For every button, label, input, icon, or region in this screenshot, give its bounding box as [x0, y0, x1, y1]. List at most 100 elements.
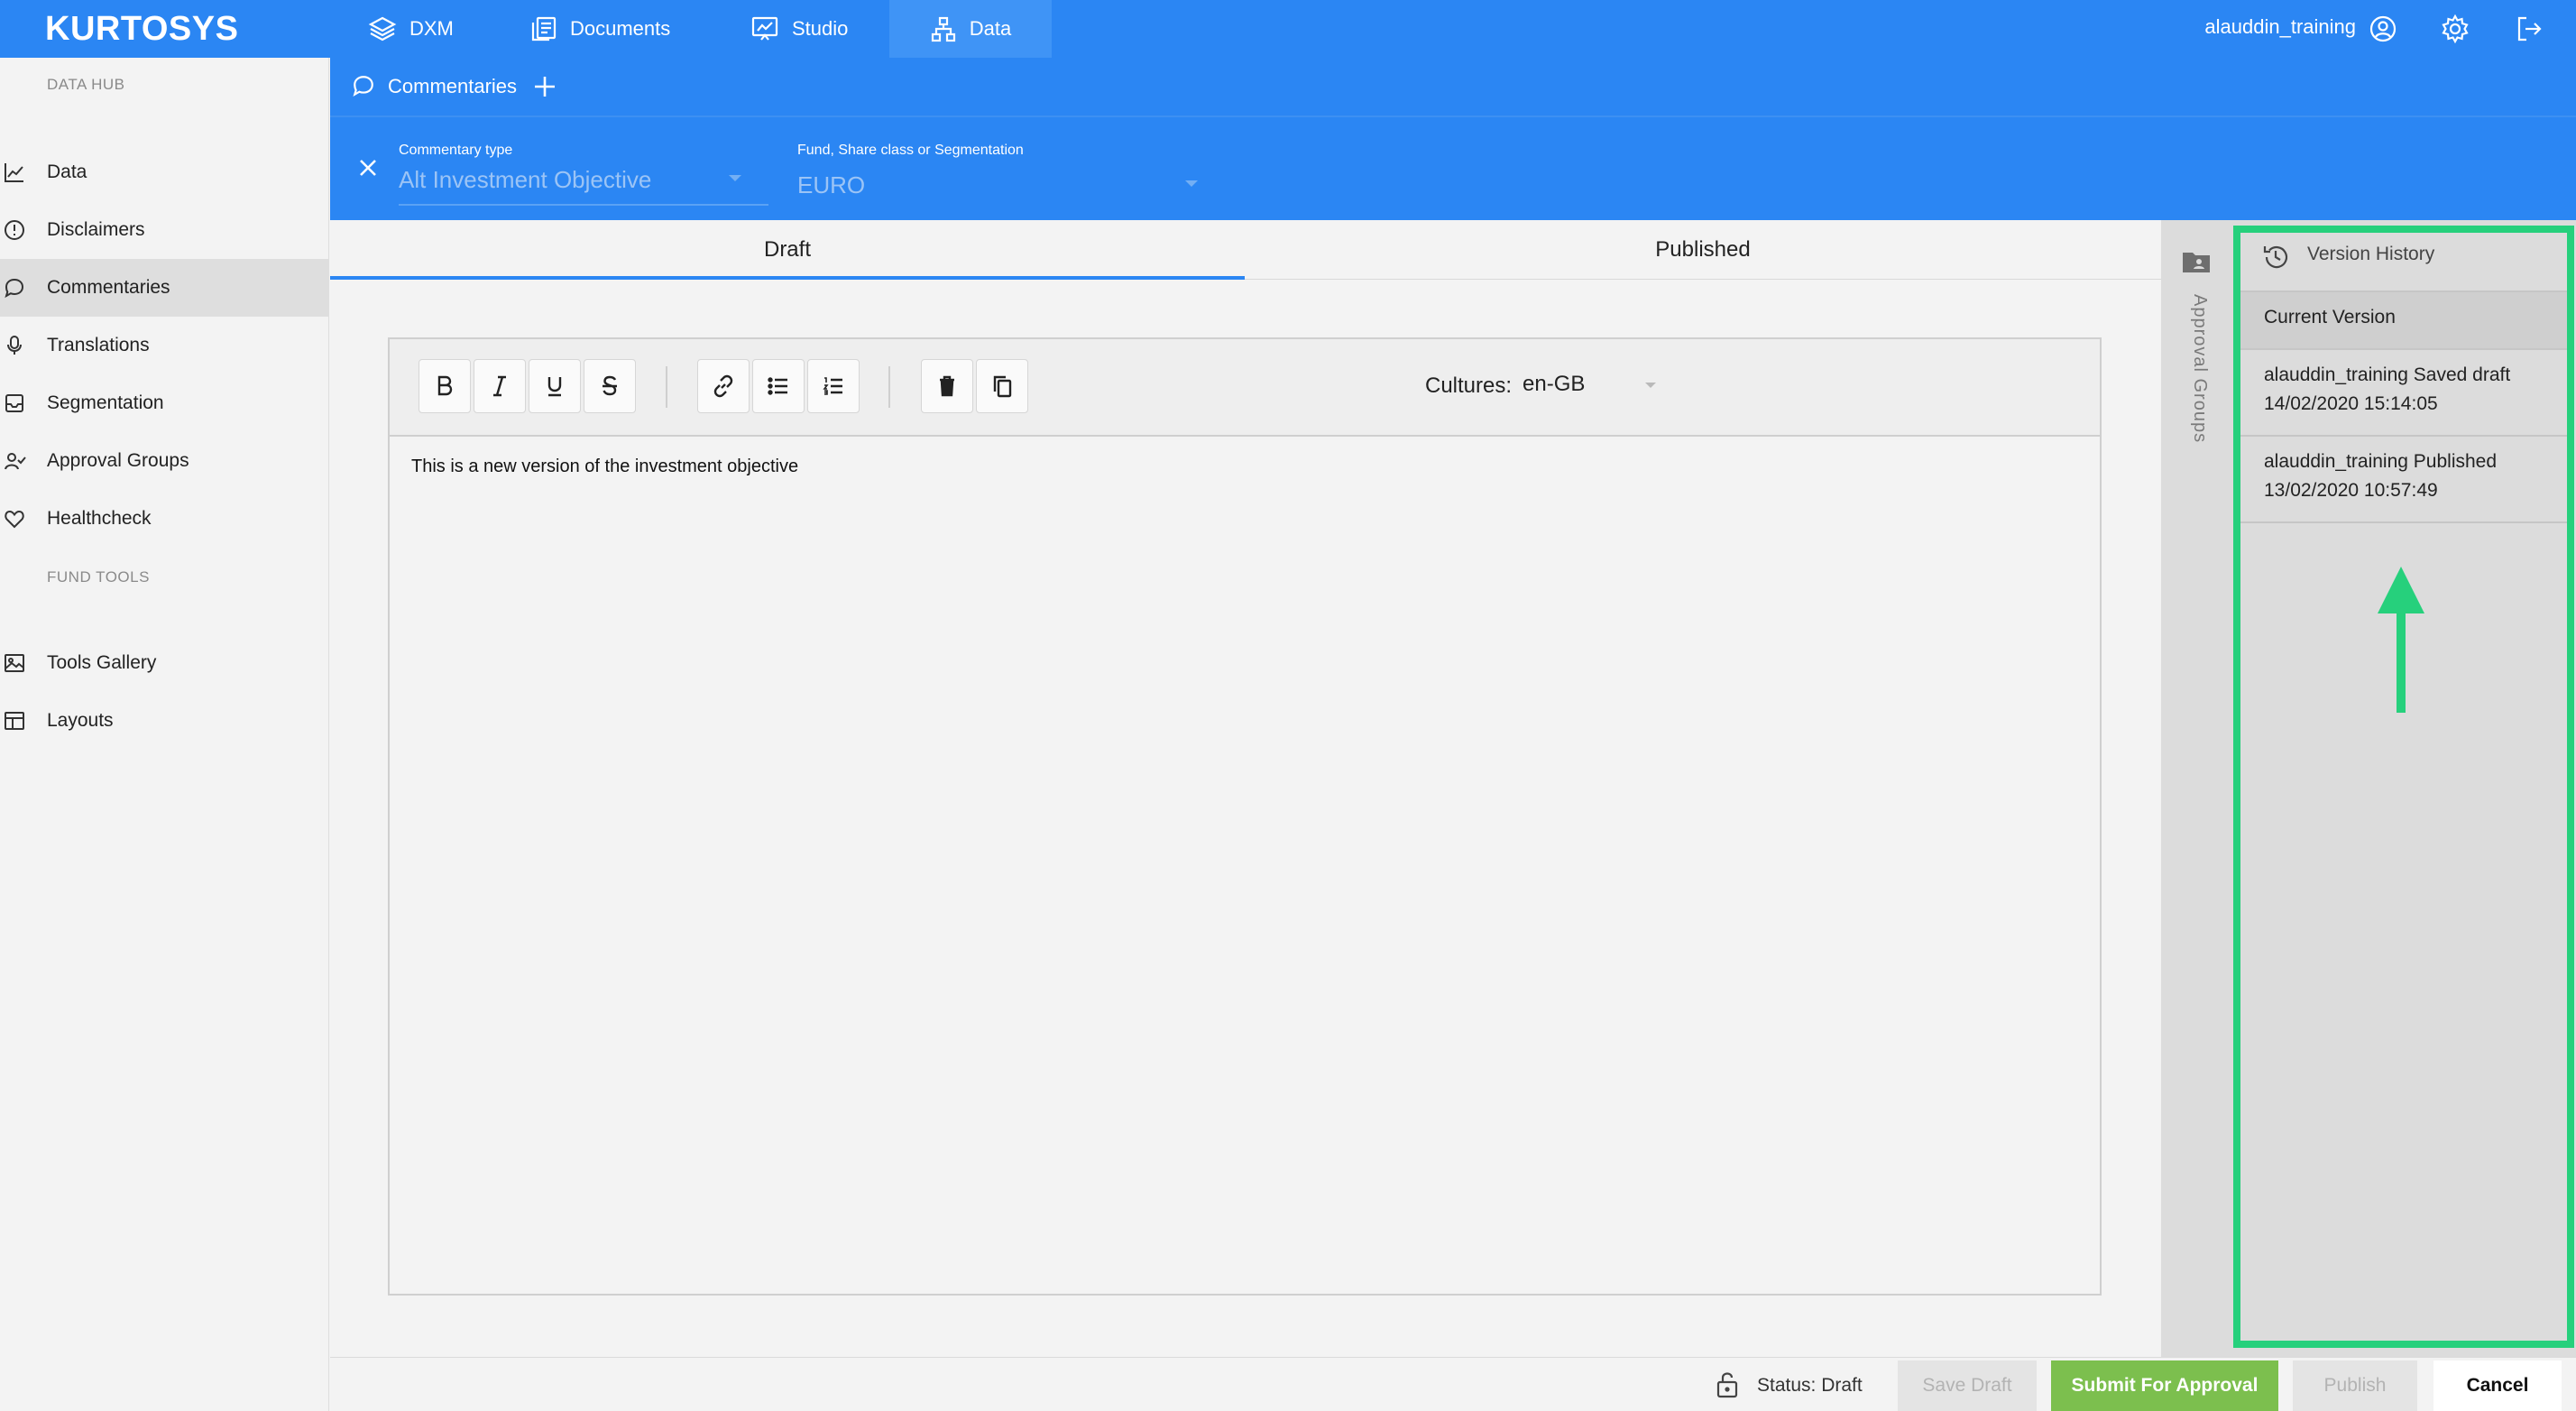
toolbar-divider	[888, 366, 890, 408]
sidebar-item-label: Commentaries	[47, 277, 170, 298]
logout-icon[interactable]	[2509, 9, 2549, 49]
nav-dxm[interactable]: DXM	[368, 0, 454, 58]
underline-button[interactable]	[529, 359, 581, 413]
sidebar-item-translations[interactable]: Translations	[0, 317, 329, 374]
copy-button[interactable]	[976, 359, 1028, 413]
sidebar-item-commentaries[interactable]: Commentaries	[0, 259, 329, 317]
sidebar-item-label: Disclaimers	[47, 219, 145, 240]
publish-button[interactable]: Publish	[2293, 1360, 2417, 1411]
user-check-icon	[4, 450, 26, 472]
rich-text-editor	[388, 337, 2102, 1296]
sidebar-item-segmentation[interactable]: Segmentation	[0, 374, 329, 432]
sidebar-item-layouts[interactable]: Layouts	[0, 692, 329, 750]
nav-documents[interactable]: Documents	[530, 0, 670, 58]
cancel-button[interactable]: Cancel	[2433, 1360, 2562, 1411]
bullet-list-button[interactable]	[752, 359, 805, 413]
delete-button[interactable]	[921, 359, 973, 413]
chevron-down-icon	[1183, 179, 1200, 189]
line-chart-icon	[4, 161, 25, 183]
underline-icon	[545, 374, 565, 398]
commentary-type-value: Alt Investment Objective	[399, 166, 652, 193]
status-text: Status: Draft	[1757, 1375, 1863, 1396]
submit-for-approval-button[interactable]: Submit For Approval	[2051, 1360, 2278, 1411]
nav-studio-label: Studio	[792, 17, 849, 40]
presentation-icon	[750, 15, 779, 42]
close-icon[interactable]	[357, 157, 379, 179]
bullet-list-icon	[767, 375, 790, 397]
nav-data-label: Data	[969, 17, 1012, 40]
commentary-type-label: Commentary type	[399, 143, 513, 158]
user-name[interactable]: alauddin_training	[2204, 0, 2356, 58]
bold-button[interactable]	[419, 359, 471, 413]
trash-icon	[937, 374, 957, 398]
lock-icon	[1716, 1370, 1739, 1398]
kurtosys-logo[interactable]: KURTOSYS	[45, 7, 238, 51]
strikethrough-icon	[600, 374, 620, 398]
tab-bar: Draft Published	[330, 220, 2161, 280]
chevron-down-icon	[727, 173, 743, 184]
approval-groups-label: Approval Groups	[2190, 294, 2210, 444]
commentary-type-select[interactable]: Alt Investment Objective	[399, 162, 768, 206]
section-data-hub: DATA HUB	[47, 76, 125, 93]
sidebar-item-disclaimers[interactable]: Disclaimers	[0, 201, 329, 259]
chevron-down-icon	[1643, 381, 1658, 390]
cultures-label: Cultures:	[1425, 374, 1513, 398]
fund-select[interactable]: EURO	[797, 168, 1203, 208]
microphone-icon	[4, 335, 25, 356]
sidebar-item-healthcheck[interactable]: Healthcheck	[0, 490, 329, 548]
link-icon	[712, 374, 735, 398]
sidebar-item-label: Translations	[47, 335, 150, 355]
alert-circle-icon	[4, 219, 25, 241]
sidebar-item-label: Data	[47, 161, 87, 182]
italic-button[interactable]	[474, 359, 526, 413]
link-button[interactable]	[697, 359, 750, 413]
nav-documents-label: Documents	[570, 17, 671, 40]
sidebar-item-label: Approval Groups	[47, 450, 189, 471]
layout-icon	[4, 710, 25, 732]
sidebar-item-label: Layouts	[47, 710, 114, 731]
hierarchy-icon	[930, 15, 957, 42]
tray-icon	[4, 392, 25, 414]
active-tab-indicator	[330, 276, 1245, 280]
gear-icon[interactable]	[2435, 9, 2475, 49]
add-commentary-icon[interactable]	[532, 74, 557, 99]
sidebar-item-approval-groups[interactable]: Approval Groups	[0, 432, 329, 490]
speech-bubble-icon	[352, 74, 375, 97]
numbered-list-icon	[822, 375, 845, 397]
bold-icon	[435, 374, 455, 398]
italic-icon	[490, 374, 510, 398]
annotation-arrow-icon	[2374, 565, 2428, 715]
sidebar-item-tools-gallery[interactable]: Tools Gallery	[0, 634, 329, 692]
fund-label: Fund, Share class or Segmentation	[797, 143, 1024, 158]
heart-icon	[4, 508, 25, 530]
copy-icon	[991, 374, 1013, 398]
strikethrough-button[interactable]	[584, 359, 636, 413]
editor-toolbar	[390, 339, 2100, 437]
section-fund-tools: FUND TOOLS	[47, 568, 150, 586]
speech-bubble-icon	[4, 277, 25, 299]
page-title: Commentaries	[388, 75, 518, 97]
culture-select[interactable]: en-GB	[1523, 366, 1658, 404]
documents-icon	[530, 15, 557, 42]
image-icon	[4, 652, 25, 674]
culture-value: en-GB	[1523, 372, 1586, 396]
tab-published[interactable]: Published	[1245, 220, 2161, 280]
save-draft-button[interactable]: Save Draft	[1898, 1360, 2037, 1411]
sidebar-item-label: Healthcheck	[47, 508, 152, 529]
user-avatar-icon[interactable]	[2363, 9, 2403, 49]
folder-user-icon	[2181, 249, 2212, 274]
toolbar-divider	[666, 366, 667, 408]
tab-draft[interactable]: Draft	[330, 220, 1245, 280]
fund-value: EURO	[797, 171, 866, 198]
sidebar-item-label: Tools Gallery	[47, 652, 157, 673]
nav-data[interactable]: Data	[889, 0, 1052, 58]
nav-studio[interactable]: Studio	[750, 0, 848, 58]
editor-content[interactable]: This is a new version of the investment …	[411, 456, 798, 477]
sidebar-item-data[interactable]: Data	[0, 143, 329, 201]
highlight-box	[2233, 226, 2574, 1348]
numbered-list-button[interactable]	[807, 359, 860, 413]
layers-icon	[368, 15, 397, 42]
sidebar: DATA HUB Data Disclaimers Commentaries T…	[0, 58, 329, 1411]
nav-dxm-label: DXM	[409, 17, 454, 40]
sidebar-item-label: Segmentation	[47, 392, 164, 413]
